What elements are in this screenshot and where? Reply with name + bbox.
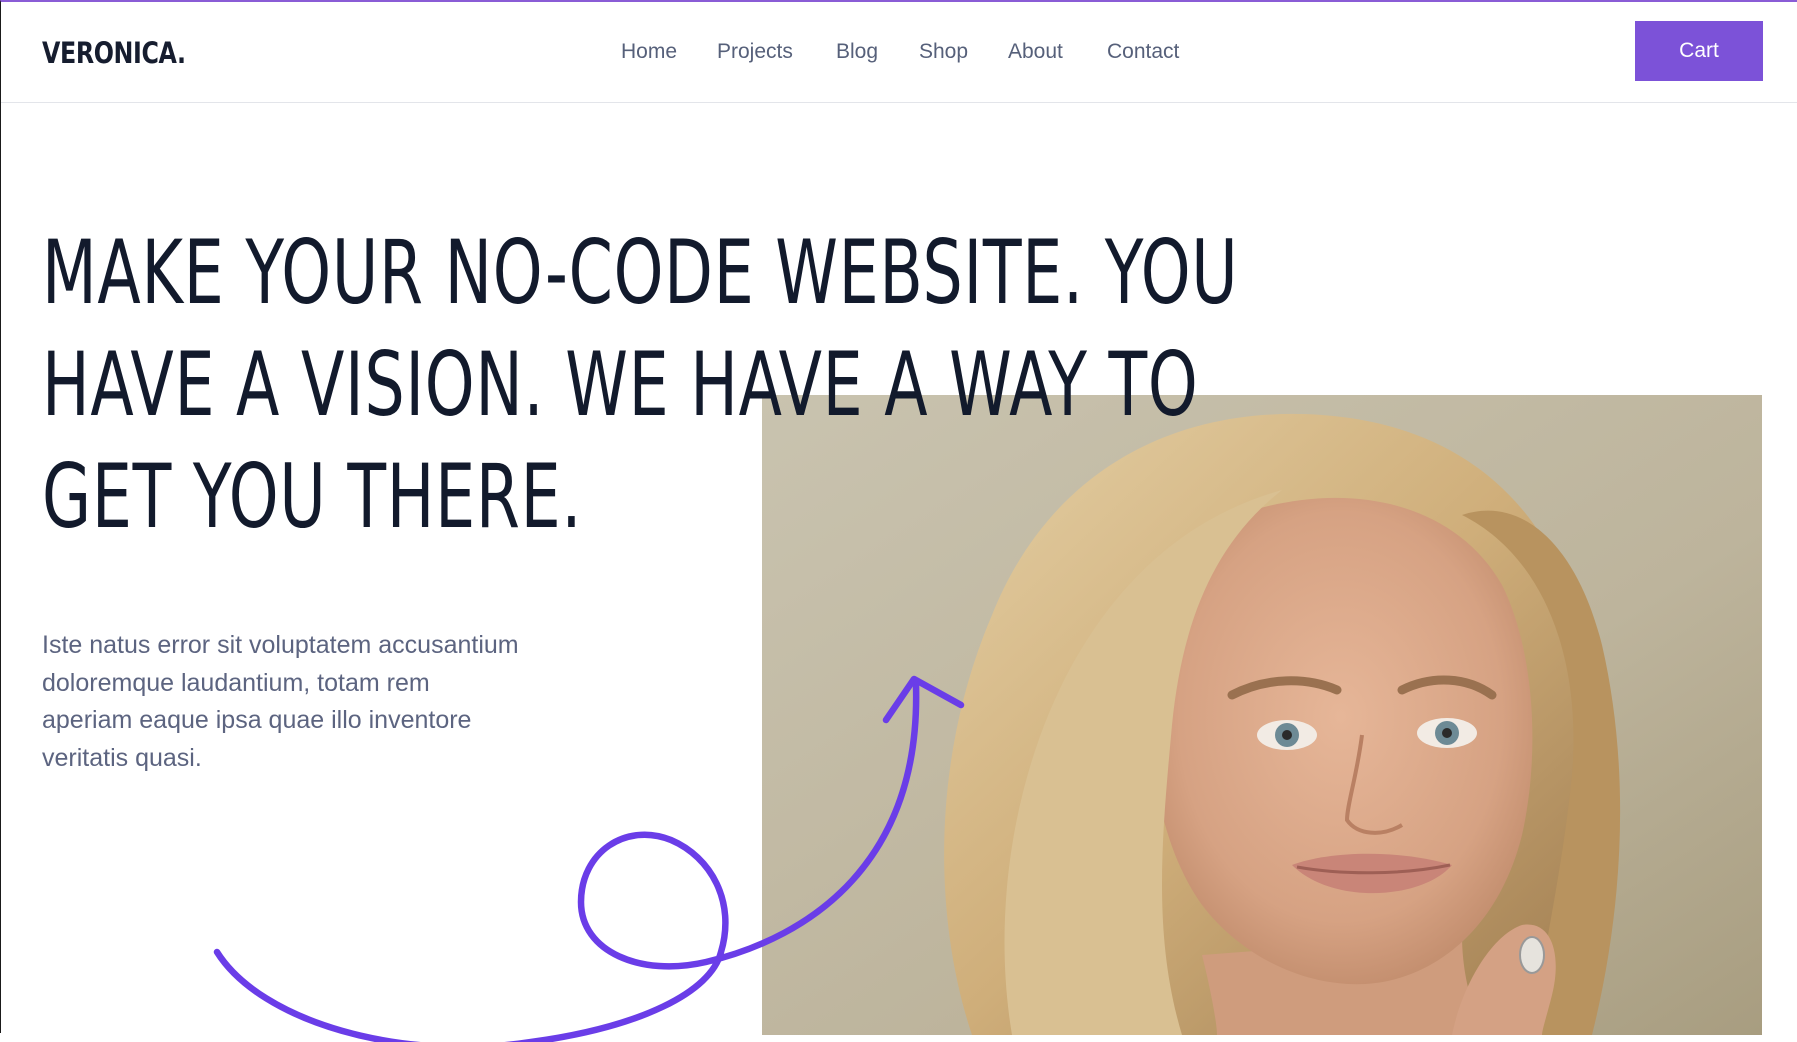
hero-headline-line-1: MAKE YOUR NO-CODE WEBSITE. YOU [42,221,1239,324]
nav-projects[interactable]: Projects [717,40,793,64]
nav-shop[interactable]: Shop [919,40,968,64]
nav-contact[interactable]: Contact [1107,40,1179,64]
hero-headline-line-3: GET YOU THERE. [42,445,583,548]
hero-headline-line-2: HAVE A VISION. WE HAVE A WAY TO [42,333,1199,436]
hero-headline: MAKE YOUR NO-CODE WEBSITE. YOU HAVE A VI… [42,217,1239,553]
site-header: VERONICA. Home Projects Blog Shop About … [1,2,1797,103]
brand-logo[interactable]: VERONICA. [42,36,186,70]
nav-about[interactable]: About [1008,40,1063,64]
nav-blog[interactable]: Blog [836,40,878,64]
nav-home[interactable]: Home [621,40,677,64]
cart-button[interactable]: Cart [1635,21,1763,81]
curly-arrow-icon [213,675,965,1042]
